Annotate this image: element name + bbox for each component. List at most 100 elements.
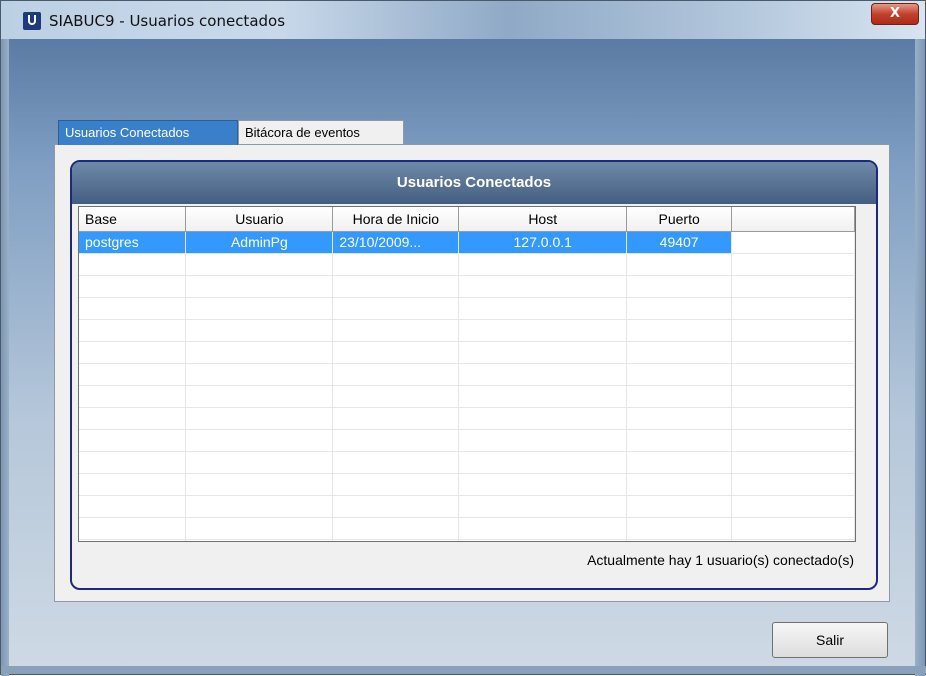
table-cell-empty [79,253,187,276]
table-cell-empty [185,253,334,276]
cell-base[interactable]: postgres [79,231,187,254]
table-cell-empty [731,407,855,430]
table-row-empty[interactable] [79,539,855,541]
cell-hora-inicio[interactable]: 23/10/2009... [332,231,460,254]
table-cell-empty [731,253,855,276]
column-header-base[interactable]: Base [79,207,187,232]
table-row-empty[interactable] [79,495,855,518]
table-cell-empty [626,495,733,518]
table-cell-empty [458,253,628,276]
column-header-hora-inicio[interactable]: Hora de Inicio [332,207,460,232]
table-cell-empty [332,385,460,408]
cell-puerto[interactable]: 49407 [626,231,733,254]
table-cell-empty [626,385,733,408]
table-cell-empty [626,451,733,474]
table-cell-empty [458,451,628,474]
table-cell-empty [626,297,733,320]
table-cell-empty [332,253,460,276]
table-cell-empty [626,473,733,496]
cell-host[interactable]: 127.0.0.1 [458,231,628,254]
exit-button[interactable]: Salir [772,622,888,658]
table-cell-empty [458,319,628,342]
title-bar[interactable]: SIABUC9 - Usuarios conectados X [1,1,925,39]
table-cell-empty [731,385,855,408]
table-cell-empty [626,275,733,298]
table-row-empty[interactable] [79,385,855,408]
tab-usuarios-conectados[interactable]: Usuarios Conectados [58,120,238,145]
table-cell-empty [731,539,855,541]
group-title: Usuarios Conectados [72,162,876,204]
table-cell-empty [626,253,733,276]
table-cell-empty [332,297,460,320]
table-row-empty[interactable] [79,363,855,386]
table-cell-empty [731,495,855,518]
table-cell-empty [731,517,855,540]
table-row[interactable]: postgres AdminPg 23/10/2009... 127.0.0.1… [79,231,855,254]
table-cell-empty [626,341,733,364]
cell-filler [731,231,855,254]
table-cell-empty [332,539,460,541]
app-logo-icon [23,12,41,30]
table-cell-empty [731,451,855,474]
table-cell-empty [332,341,460,364]
column-header-filler [731,207,855,232]
table-cell-empty [185,319,334,342]
window-title: SIABUC9 - Usuarios conectados [49,12,286,30]
table-cell-empty [79,517,187,540]
table-cell-empty [731,297,855,320]
table-cell-empty [731,429,855,452]
table-cell-empty [79,407,187,430]
connected-users-grid[interactable]: Base Usuario Hora de Inicio Host Puerto … [78,206,856,542]
table-cell-empty [458,385,628,408]
table-cell-empty [332,319,460,342]
table-cell-empty [458,407,628,430]
table-cell-empty [626,407,733,430]
table-cell-empty [458,517,628,540]
column-header-puerto[interactable]: Puerto [626,207,733,232]
table-cell-empty [731,319,855,342]
table-row-empty[interactable] [79,297,855,320]
table-cell-empty [458,495,628,518]
table-cell-empty [185,341,334,364]
table-cell-empty [332,495,460,518]
status-text: Actualmente hay 1 usuario(s) conectado(s… [587,552,854,568]
table-row-empty[interactable] [79,517,855,540]
table-cell-empty [185,385,334,408]
table-cell-empty [626,539,733,541]
table-cell-empty [185,407,334,430]
table-row-empty[interactable] [79,407,855,430]
column-header-host[interactable]: Host [458,207,628,232]
table-row-empty[interactable] [79,429,855,452]
table-row-empty[interactable] [79,253,855,276]
table-cell-empty [185,275,334,298]
table-cell-empty [626,517,733,540]
table-row-empty[interactable] [79,275,855,298]
table-cell-empty [185,517,334,540]
table-row-empty[interactable] [79,451,855,474]
table-cell-empty [626,319,733,342]
table-cell-empty [731,275,855,298]
tab-bitacora-eventos[interactable]: Bitácora de eventos [238,120,404,144]
cell-usuario[interactable]: AdminPg [185,231,334,254]
table-cell-empty [458,275,628,298]
close-button[interactable]: X [871,3,919,25]
table-cell-empty [458,363,628,386]
table-row-empty[interactable] [79,319,855,342]
table-cell-empty [731,341,855,364]
table-cell-empty [79,297,187,320]
table-cell-empty [185,429,334,452]
table-cell-empty [185,297,334,320]
table-cell-empty [79,385,187,408]
table-cell-empty [731,473,855,496]
table-row-empty[interactable] [79,473,855,496]
table-cell-empty [332,407,460,430]
users-table: Base Usuario Hora de Inicio Host Puerto … [79,207,855,541]
table-cell-empty [332,275,460,298]
column-header-usuario[interactable]: Usuario [185,207,334,232]
table-cell-empty [458,429,628,452]
table-cell-empty [332,473,460,496]
table-row-empty[interactable] [79,341,855,364]
table-cell-empty [79,341,187,364]
table-cell-empty [185,451,334,474]
table-cell-empty [458,341,628,364]
